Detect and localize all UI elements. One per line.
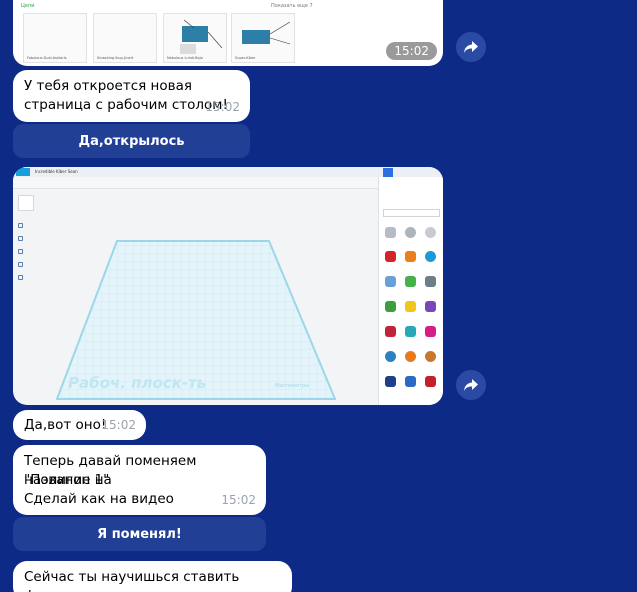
shape-category-select [383,209,440,217]
arduino-board-icon [180,19,223,54]
message-line: Сделай как на видео [24,491,174,507]
shape-cylinder-hole [405,227,416,238]
shape-icosahedron [425,376,436,387]
arduino-board-icon [242,21,291,45]
thumbnail-label: Smashing Ikup-Jinert [97,56,134,60]
shape-sphere-hole [425,227,436,238]
share-arrow-icon [464,379,478,391]
circuit-thumbnail: Super-Kiber [231,13,295,63]
shape-half-sphere [425,301,436,312]
bot-message: Сейчас ты научишься ставить фигуры на [13,561,292,592]
share-arrow-icon [464,41,478,53]
bot-message: Да,вот оно! 15:02 [13,410,146,440]
thumbnail-label: Nebulous Luhdi-Bojo [167,56,203,60]
shape-tube [405,351,416,362]
shape-torus [385,351,396,362]
bot-message: Теперь давай поменяем название на "Полиг… [13,445,266,515]
shape-sphere [425,251,436,262]
app-title: Incredible Kiber Sean [35,169,78,174]
thumbnail-label: Super-Kiber [235,56,256,60]
circuit-thumbnail: Nebulous Luhdi-Bojo [163,13,227,63]
shapes-panel [378,177,443,405]
forward-button[interactable] [456,32,486,62]
message-time: 15:02 [205,100,240,114]
grid-view-icon [383,168,393,177]
bot-message: У тебя откроется новая страница с рабочи… [13,70,250,122]
shape-roof [425,276,436,287]
tinkercad-logo-icon [16,168,30,176]
message-time: 15:02 [221,493,256,507]
forward-button[interactable] [456,370,486,400]
shape-wedge [385,326,396,337]
reply-button-changed[interactable]: Я поменял! [13,517,266,551]
message-time: 15:02 [101,418,136,432]
message-text: Да,вот оно! [24,417,107,433]
shape-pyramid [385,301,396,312]
shape-box-hole [385,227,396,238]
workplane-label: Рабоч. плоск-ть [68,374,207,392]
shape-scribble [385,276,396,287]
message-text: Сейчас ты научишься ставить фигуры на [24,569,240,592]
shape-ring [425,351,436,362]
thumbnail-label: Fabulous Duel-Ashbirls [27,56,67,60]
shape-heart [425,326,436,337]
shape-cylinder [405,251,416,262]
message-line: "Полигон 1" [24,472,110,488]
workplane-grid [55,240,337,400]
circuit-thumbnail: Fabulous Duel-Ashbirls [23,13,87,63]
shape-paraboloid [405,376,416,387]
show-more-link: Показать еще 7 [271,3,313,9]
units-label: Миллиметры [275,383,310,389]
image-message-tinkercad[interactable]: Incredible Kiber Sean Рабоч. плоск-ть Ми… [13,167,443,405]
image-message-circuits[interactable]: Цепи Показать еще 7 Fabulous Duel-Ashbir… [13,0,443,66]
shape-cone [405,301,416,312]
message-time: 15:02 [386,42,437,60]
shape-polygon [385,376,396,387]
shape-text [405,276,416,287]
shape-prism [405,326,416,337]
circuit-thumbnail: Smashing Ikup-Jinert [93,13,157,63]
shape-box [385,251,396,262]
circuits-header: Цепи [21,3,35,9]
reply-button-opened[interactable]: Да,открылось [13,124,250,158]
